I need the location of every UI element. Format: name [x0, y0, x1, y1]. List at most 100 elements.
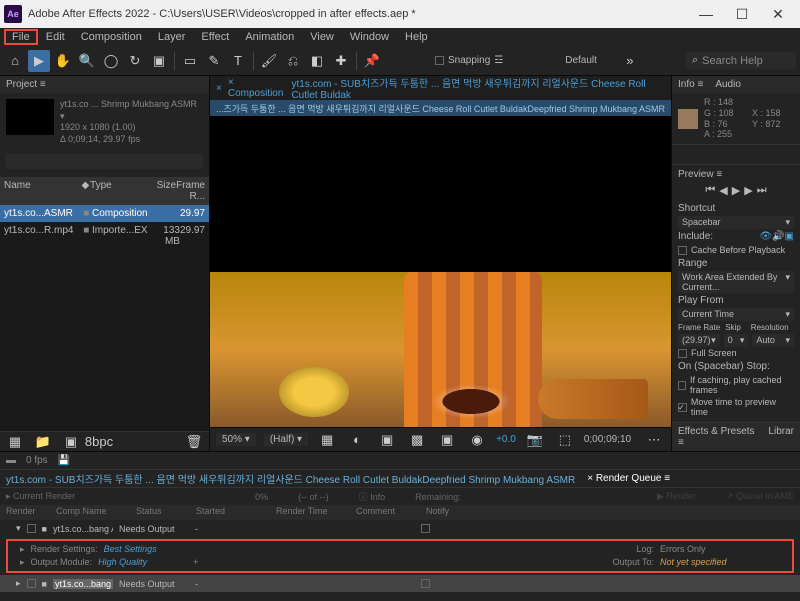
render-info-button[interactable]: ⓘ Info [359, 490, 386, 503]
menu-view[interactable]: View [302, 29, 342, 45]
render-settings-link[interactable]: Best Settings [104, 544, 157, 555]
libraries-tab[interactable]: Librar [768, 426, 794, 448]
cache-before-checkbox[interactable]: Cache Before Playback [678, 244, 794, 256]
orbit-tool[interactable]: ◯ [100, 50, 122, 72]
queue-expand-icon[interactable]: ▾ [16, 523, 21, 534]
rotate-tool[interactable]: ↻ [124, 50, 146, 72]
zoom-select[interactable]: 50% ▾ [216, 433, 256, 446]
menu-composition[interactable]: Composition [73, 29, 150, 45]
queue-notify-checkbox[interactable] [421, 524, 430, 533]
menu-help[interactable]: Help [397, 29, 436, 45]
render-button[interactable]: ▶ Render [657, 491, 696, 502]
comp-tab-name[interactable]: yt1s.com - SUB치즈가득 두툼한 ... 음면 먹방 새우튀김까지 … [291, 75, 665, 101]
comp-timeline-tab[interactable]: yt1s.com - SUB치즈가득 두툼한 ... 음면 먹방 새우튀김까지 … [6, 471, 575, 486]
log-select[interactable]: Errors Only [660, 544, 780, 555]
hand-tool[interactable]: ✋ [52, 50, 74, 72]
trash-icon[interactable]: 🗑 [183, 431, 205, 453]
output-module-link[interactable]: High Quality [98, 557, 147, 568]
output-to-link[interactable]: Not yet specified [660, 557, 780, 568]
queue-notify-checkbox[interactable] [421, 579, 430, 588]
view-icon[interactable]: ▣ [436, 429, 458, 451]
workspace-selector[interactable]: Default [565, 55, 597, 66]
exposure-value[interactable]: +0.0 [496, 434, 516, 445]
region-icon[interactable]: ▣ [376, 429, 398, 451]
render-queue-item[interactable]: ▾ ■ yt1s.co...bang ASMR Needs Output - [0, 520, 800, 537]
next-frame-icon[interactable]: ▶ [744, 184, 752, 197]
move-time-checkbox[interactable]: Move time to preview time [678, 396, 794, 418]
project-row-comp[interactable]: yt1s.co...ASMR ■ Composition 29.97 [0, 205, 209, 222]
zoom-tool[interactable]: 🔍 [76, 50, 98, 72]
queue-render-checkbox[interactable] [27, 579, 36, 588]
shortcut-select[interactable]: Spacebar▾ [678, 216, 794, 229]
if-caching-checkbox[interactable]: If caching, play cached frames [678, 374, 794, 396]
transparency-icon[interactable]: ▩ [406, 429, 428, 451]
eraser-tool[interactable]: ◧ [306, 50, 328, 72]
maximize-button[interactable]: ☐ [724, 0, 760, 28]
menu-layer[interactable]: Layer [150, 29, 194, 45]
minimize-button[interactable]: — [688, 0, 724, 28]
effects-presets-tab[interactable]: Effects & Presets ≡ [678, 426, 760, 448]
col-name-header[interactable]: Name [4, 180, 81, 202]
interpret-footage-icon[interactable]: ▦ [4, 431, 26, 453]
first-frame-icon[interactable]: ⏮ [705, 184, 715, 197]
text-tool[interactable]: T [227, 50, 249, 72]
comp-tab-close-icon[interactable]: × [216, 83, 222, 94]
view-options-icon[interactable]: ⋯ [643, 429, 665, 451]
channel-icon[interactable]: ◉ [466, 429, 488, 451]
clone-tool[interactable]: ⎌ [282, 50, 304, 72]
col-type-header[interactable]: Type [90, 180, 146, 202]
project-selected-item[interactable]: yt1s.co ... Shrimp Mukbang ASMR ▾ 1920 x… [0, 93, 209, 152]
new-comp-icon[interactable]: ▣ [60, 431, 82, 453]
pen-tool[interactable]: ✎ [203, 50, 225, 72]
project-row-footage[interactable]: yt1s.co...R.mp4 ■ Importe...EX 133 MB 29… [0, 222, 209, 250]
snapping-checkbox[interactable] [435, 56, 444, 65]
menu-effect[interactable]: Effect [193, 29, 237, 45]
snapping-toggle[interactable]: Snapping ☲ [435, 55, 503, 66]
selection-tool[interactable]: ▶ [28, 50, 50, 72]
shape-tool[interactable]: ▭ [179, 50, 201, 72]
new-folder-icon[interactable]: 📁 [32, 431, 54, 453]
brush-tool[interactable]: 🖌 [258, 50, 280, 72]
queue-ame-button[interactable]: ↗ Queue in AME [726, 491, 794, 502]
fullscreen-checkbox[interactable]: Full Screen [678, 347, 794, 359]
bpc-icon[interactable]: 8bpc [88, 431, 110, 453]
snapshot-icon[interactable]: 📷 [524, 429, 546, 451]
framerate-select[interactable]: (29.97)▾ [678, 334, 720, 347]
audio-tab[interactable]: Audio [715, 79, 741, 90]
roto-tool[interactable]: ✚ [330, 50, 352, 72]
comp-breadcrumb[interactable]: ...즈가득 두툼한 ... 음면 먹방 새우튀김까지 리얼사운드 Cheese… [210, 100, 671, 116]
include-icons[interactable]: 👁🔊▣ [759, 231, 794, 242]
prev-frame-icon[interactable]: ◀ [719, 184, 727, 197]
mask-icon[interactable]: ◐ [346, 429, 368, 451]
composition-viewport[interactable] [210, 116, 671, 427]
render-queue-tab[interactable]: × Render Queue ≡ [587, 473, 670, 484]
timecode[interactable]: 0;00;09;10 [584, 434, 631, 445]
queue-render-checkbox[interactable] [27, 524, 36, 533]
search-help[interactable]: ⌕ Search Help [686, 52, 796, 69]
add-output-button[interactable]: + [193, 557, 198, 568]
menu-animation[interactable]: Animation [237, 29, 302, 45]
info-tab[interactable]: Info ≡ [678, 79, 703, 90]
col-size-header[interactable]: Size [146, 180, 176, 202]
project-filter-input[interactable] [6, 154, 203, 169]
close-button[interactable]: ✕ [760, 0, 796, 28]
resolution-select[interactable]: Auto▾ [752, 334, 794, 347]
camera-tool[interactable]: ▣ [148, 50, 170, 72]
disk-cache-icon[interactable]: 💾 [58, 455, 70, 466]
quality-select[interactable]: (Half) ▾ [264, 433, 308, 446]
grid-icon[interactable]: ▦ [316, 429, 338, 451]
play-icon[interactable]: ▶ [732, 184, 740, 197]
queue-expand-icon[interactable]: ▸ [16, 578, 21, 589]
workspace-menu-icon[interactable]: » [619, 50, 641, 72]
col-frame-header[interactable]: Frame R... [176, 180, 205, 202]
show-snapshot-icon[interactable]: ⬚ [554, 429, 576, 451]
menu-window[interactable]: Window [342, 29, 397, 45]
last-frame-icon[interactable]: ⏭ [757, 184, 767, 197]
skip-select[interactable]: 0▾ [724, 334, 749, 347]
menu-file[interactable]: File [4, 29, 38, 45]
puppet-tool[interactable]: 📌 [361, 50, 383, 72]
menu-edit[interactable]: Edit [38, 29, 73, 45]
range-select[interactable]: Work Area Extended By Current...▾ [678, 271, 794, 293]
home-icon[interactable]: ⌂ [4, 50, 26, 72]
play-from-select[interactable]: Current Time▾ [678, 308, 794, 321]
